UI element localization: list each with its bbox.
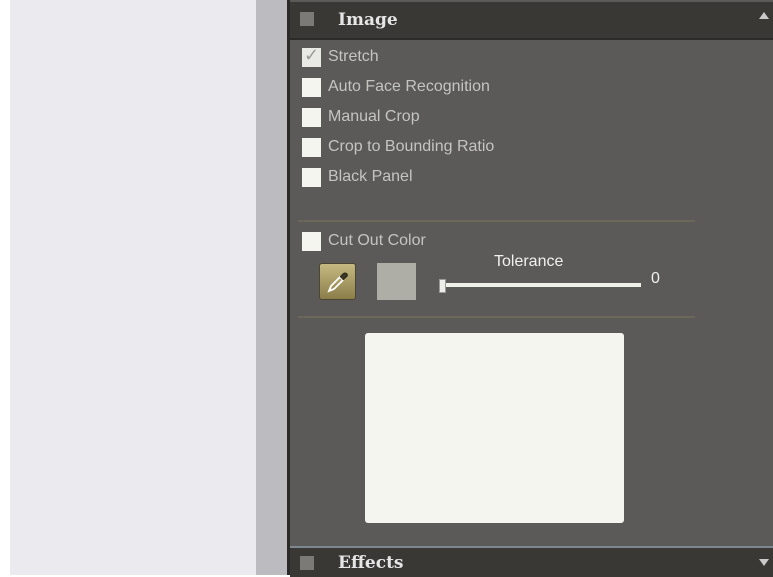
tolerance-label: Tolerance xyxy=(494,253,564,270)
effects-section-header[interactable]: Effects xyxy=(290,546,773,577)
cut-out-color-label: Cut Out Color xyxy=(328,232,426,249)
eyedropper-icon xyxy=(327,272,348,293)
image-preview-area xyxy=(365,333,624,523)
tolerance-slider-track[interactable] xyxy=(441,283,641,287)
tolerance-value: 0 xyxy=(651,270,660,287)
left-empty-pane xyxy=(10,0,256,575)
black-panel-label: Black Panel xyxy=(328,168,413,185)
color-picker-button[interactable] xyxy=(319,263,356,300)
crop-to-bounding-ratio-checkbox[interactable] xyxy=(302,137,321,157)
cut-out-color-checkbox[interactable] xyxy=(302,231,321,251)
auto-face-recognition-checkbox[interactable] xyxy=(302,77,321,97)
stretch-checkbox[interactable] xyxy=(302,45,321,67)
stretch-label: Stretch xyxy=(328,48,379,65)
splitter-bar[interactable] xyxy=(256,0,287,575)
cut-out-color-option[interactable]: Cut Out Color xyxy=(302,230,426,252)
image-section-header[interactable]: Image xyxy=(290,2,773,40)
black-panel-checkbox[interactable] xyxy=(302,167,321,187)
manual-crop-checkbox[interactable] xyxy=(302,107,321,127)
expand-down-arrow-icon[interactable] xyxy=(759,559,769,566)
collapse-up-arrow-icon[interactable] xyxy=(759,12,769,19)
black-panel-option[interactable]: Black Panel xyxy=(302,166,413,188)
section-square-icon xyxy=(300,556,314,570)
properties-panel: Image Stretch Auto Face Recognition Manu… xyxy=(290,0,773,577)
section-divider xyxy=(298,220,695,222)
tolerance-slider-thumb[interactable] xyxy=(439,279,446,293)
manual-crop-label: Manual Crop xyxy=(328,108,420,125)
section-divider xyxy=(298,316,695,318)
crop-to-bounding-ratio-option[interactable]: Crop to Bounding Ratio xyxy=(302,136,494,158)
selected-color-swatch[interactable] xyxy=(377,263,416,300)
crop-to-bounding-ratio-label: Crop to Bounding Ratio xyxy=(328,138,495,155)
section-square-icon xyxy=(300,12,314,26)
auto-face-recognition-option[interactable]: Auto Face Recognition xyxy=(302,76,490,98)
stretch-option[interactable]: Stretch xyxy=(302,45,379,68)
effects-section-title: Effects xyxy=(338,553,404,573)
auto-face-recognition-label: Auto Face Recognition xyxy=(328,78,490,95)
image-section-title: Image xyxy=(338,10,398,30)
manual-crop-option[interactable]: Manual Crop xyxy=(302,106,420,128)
